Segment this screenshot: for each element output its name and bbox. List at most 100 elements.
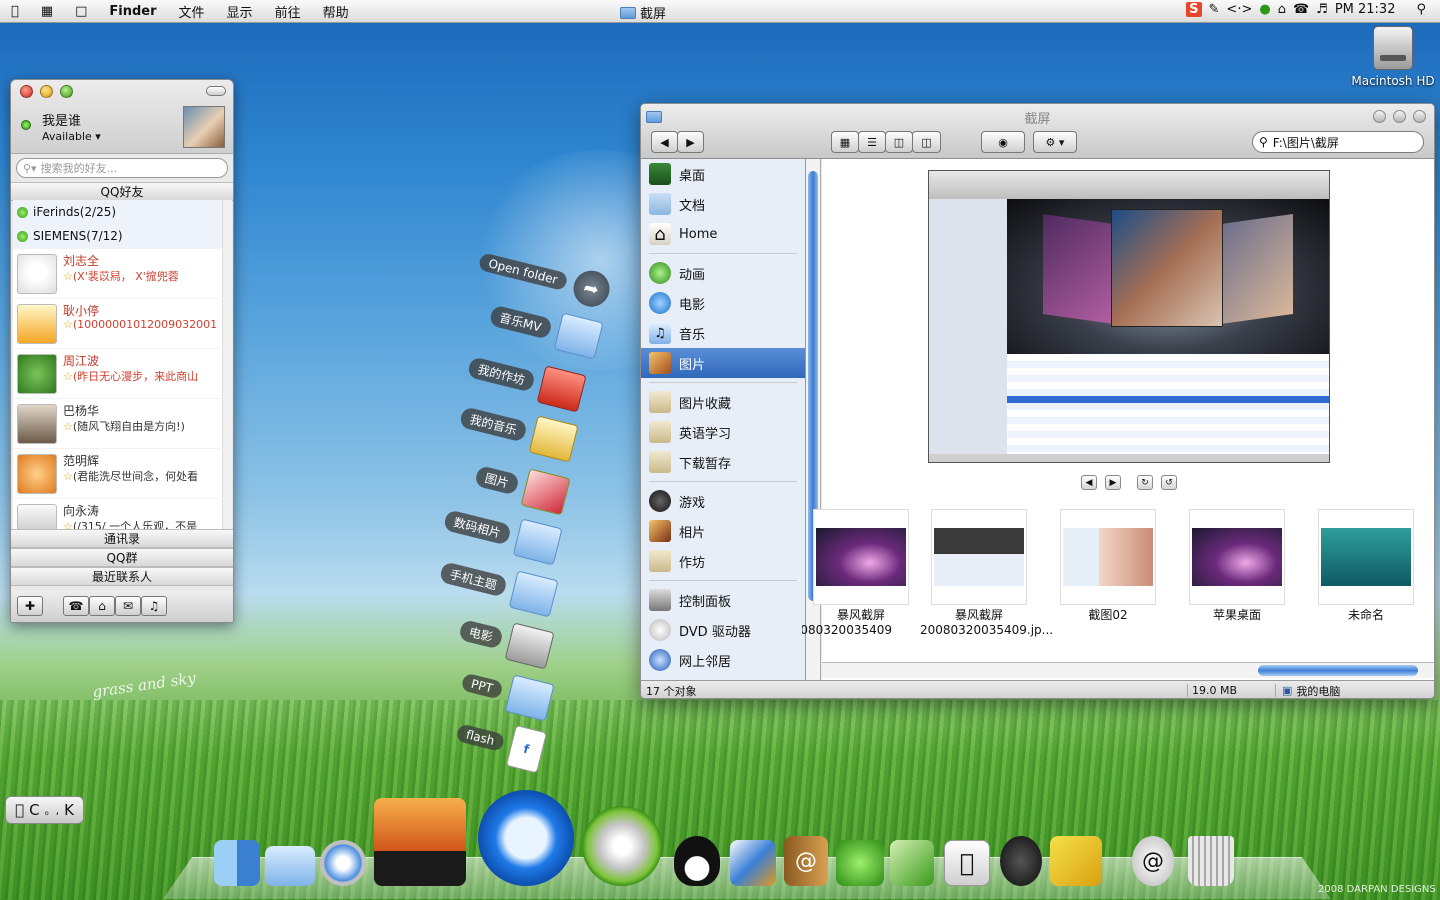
quicktime-dock-icon[interactable] — [478, 790, 574, 886]
paint-brush-dock-icon[interactable] — [730, 840, 776, 886]
apple-logo-dock-icon[interactable]:  — [944, 840, 990, 886]
close-button[interactable] — [20, 85, 33, 98]
tab-qq-groups[interactable]: QQ群 — [11, 548, 233, 567]
scroll-thumb[interactable] — [1258, 665, 1418, 676]
user-avatar[interactable] — [183, 106, 225, 148]
phone-icon[interactable]: ☎ — [63, 596, 89, 616]
friend-search-input[interactable]: ⚲▾ 搜索我的好友... — [16, 158, 228, 178]
macintosh-hd-desktop-icon[interactable]: Macintosh HD — [1348, 26, 1438, 88]
zoom-button[interactable] — [1393, 110, 1406, 123]
buddy-row[interactable]: 向永涛 ☆(/315/ 一个人乐观，不是 — [13, 498, 232, 530]
buddy-row[interactable]: 范明辉 ☆(君能洗尽世间念，何处看 — [13, 448, 232, 498]
music-icon[interactable]: ♫ — [141, 596, 167, 616]
buddy-row[interactable]: 周江波 ☆(昨日无心漫步，来此商山 — [13, 348, 232, 398]
sidebar-item-workshop[interactable]: 作坊 — [641, 546, 805, 576]
sidebar-item-picture-favorites[interactable]: 图片收藏 — [641, 387, 805, 417]
menu-go[interactable]: 前往 — [264, 2, 312, 21]
file-thumbnail[interactable]: 未命名 — [1307, 509, 1425, 623]
safari-dock-icon[interactable] — [320, 840, 366, 886]
file-thumbnail[interactable]: 截图02 — [1049, 509, 1167, 623]
menu-file[interactable]: 文件 — [168, 2, 216, 21]
tab-contacts[interactable]: 通讯录 — [11, 529, 233, 548]
apple-menu-icon[interactable]:  — [0, 4, 30, 19]
previous-image-button[interactable]: ◀ — [1081, 475, 1097, 490]
green-pencil-dock-icon[interactable] — [890, 840, 934, 886]
documents-folder-dock-icon[interactable] — [265, 846, 315, 886]
sidebar-item-dvd-drive[interactable]: DVD 驱动器 — [641, 615, 805, 645]
clock[interactable]: PM 21:32 — [1335, 2, 1396, 17]
menu-view[interactable]: 显示 — [216, 2, 264, 21]
file-thumbnail[interactable]: 暴风截屏 20080320035409.jpg — [802, 509, 920, 637]
buddy-row[interactable]: 刘志全 ☆(X'裴苡舄， X'搲兜蓉 — [13, 248, 232, 298]
preview-magnifier-dock-icon[interactable] — [1050, 836, 1102, 886]
sidebar-item-music[interactable]: ♫ 音乐 — [641, 318, 805, 348]
forward-button[interactable]: ▶ — [677, 131, 704, 153]
ninja-dock-icon[interactable] — [1000, 836, 1042, 886]
chat-icon[interactable]: □ — [64, 4, 98, 19]
path-search-field[interactable]: ⚲ F:\图片\截屏 — [1252, 131, 1424, 153]
action-gear-icon[interactable]: ⚙ ▾ — [1033, 131, 1077, 153]
icon-view-button[interactable]: ▦ — [831, 131, 859, 153]
minimize-button[interactable] — [1373, 110, 1386, 123]
menu-help[interactable]: 帮助 — [312, 2, 360, 21]
itunes-screenshot-preview[interactable] — [928, 170, 1330, 463]
sidebar-item-pictures[interactable]: 图片 — [641, 348, 805, 378]
itunes-dock-icon[interactable] — [582, 806, 662, 886]
toolbar-toggle-button[interactable] — [206, 86, 226, 96]
trash-dock-icon[interactable] — [1188, 836, 1234, 886]
sidebar-item-photos[interactable]: 相片 — [641, 516, 805, 546]
phone-icon[interactable]: ☎ — [1293, 2, 1309, 17]
sidebar-item-downloads[interactable]: 下载暂存 — [641, 447, 805, 477]
stack-item[interactable]: 电影 — [456, 610, 555, 670]
minimize-button[interactable] — [40, 85, 53, 98]
horizontal-scrollbar[interactable] — [822, 662, 1434, 678]
sidebar-item-movies[interactable]: 电影 — [641, 288, 805, 318]
qq-tray-icon[interactable]: ● — [1259, 2, 1270, 17]
back-button[interactable]: ◀ — [651, 131, 678, 153]
mail-icon[interactable]: ✉ — [115, 596, 141, 616]
column-view-button[interactable]: ◫ — [885, 131, 913, 153]
group-row[interactable]: iFerinds(2/25) — [13, 200, 232, 224]
group-row[interactable]: SIEMENS(7/12) — [13, 224, 232, 248]
input-method-icon[interactable]: S — [1186, 2, 1202, 17]
buddy-row[interactable]: 巴杨华 ☆(随风飞翔自由是方向!) — [13, 398, 232, 448]
sidebar-item-control-panel[interactable]: 控制面板 — [641, 585, 805, 615]
sidebar-item-home[interactable]: ⌂ Home — [641, 219, 805, 249]
coverflow-view-button[interactable]: ◫ — [912, 131, 941, 153]
sidebar-item-english[interactable]: 英语学习 — [641, 417, 805, 447]
home-icon[interactable]: ⌂ — [1278, 2, 1286, 17]
sidebar-item-documents[interactable]: 文档 — [641, 189, 805, 219]
input-method-bar[interactable]:  C 。, K — [5, 796, 84, 824]
sidebar-item-animation[interactable]: 动画 — [641, 258, 805, 288]
iphoto-dock-icon[interactable] — [374, 798, 466, 886]
tab-recent-contacts[interactable]: 最近联系人 — [11, 567, 233, 586]
spotlight-search-icon[interactable]: ⚲ — [1416, 2, 1426, 17]
sidebar-item-games[interactable]: 游戏 — [641, 486, 805, 516]
list-view-button[interactable]: ☰ — [858, 131, 886, 153]
stack-item[interactable]: 图片 — [472, 456, 571, 516]
sidebar-item-desktop[interactable]: 桌面 — [641, 159, 805, 189]
file-thumbnail[interactable]: 苹果桌面 — [1178, 509, 1296, 623]
window-icon[interactable]: ▦ — [30, 4, 64, 19]
quick-look-eye-icon[interactable]: ◉ — [981, 131, 1025, 153]
pen-icon[interactable]: ✎ — [1209, 2, 1220, 17]
address-book-dock-icon[interactable]: @ — [784, 836, 828, 886]
rotate-right-icon[interactable]: ↻ — [1137, 475, 1153, 490]
green-dragon-dock-icon[interactable] — [836, 840, 884, 886]
qq-penguin-dock-icon[interactable] — [674, 836, 720, 886]
add-icon[interactable]: ✚ — [17, 596, 43, 616]
file-thumbnail[interactable]: 暴风截屏 20080320035409.jp... — [920, 509, 1053, 637]
tab-qq-friends[interactable]: QQ好友 — [11, 182, 233, 201]
close-button[interactable] — [1413, 110, 1426, 123]
buddy-row[interactable]: 耿小停 ☆(10000001012009032001511 — [13, 298, 232, 348]
code-icon[interactable]: <·> — [1226, 2, 1252, 17]
volume-icon[interactable]: ♬ — [1316, 2, 1328, 17]
sidebar-item-network[interactable]: 网上邻居 — [641, 645, 805, 675]
menu-finder[interactable]: Finder — [98, 4, 167, 19]
next-image-button[interactable]: ▶ — [1105, 475, 1121, 490]
status-selector[interactable]: Available ▾ — [42, 130, 101, 143]
home-icon[interactable]: ⌂ — [89, 596, 115, 616]
rotate-left-icon[interactable]: ↺ — [1161, 475, 1177, 490]
zoom-button[interactable] — [60, 85, 73, 98]
mail-at-dock-icon[interactable]: @ — [1132, 836, 1174, 886]
